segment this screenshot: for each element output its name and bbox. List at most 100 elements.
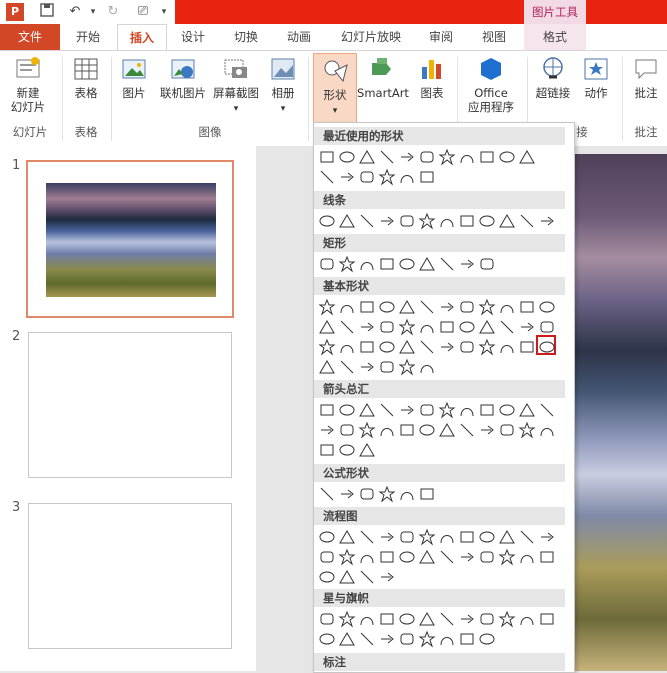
shape-option[interactable] <box>398 338 416 356</box>
slide-thumbnail-1[interactable] <box>26 160 234 318</box>
shape-option[interactable] <box>318 401 336 419</box>
shape-option[interactable] <box>358 318 376 336</box>
shape-option[interactable] <box>498 338 516 356</box>
new-slide-button[interactable]: 新建 幻灯片 <box>4 55 52 114</box>
shape-option[interactable] <box>418 421 436 439</box>
save-icon[interactable] <box>38 3 56 21</box>
shape-option[interactable] <box>318 485 336 503</box>
shape-option[interactable] <box>478 148 496 166</box>
hyperlink-button[interactable]: 超链接 <box>532 55 574 100</box>
shape-option[interactable] <box>338 401 356 419</box>
shape-option[interactable] <box>438 630 456 648</box>
shape-option[interactable] <box>338 630 356 648</box>
shape-option[interactable] <box>418 485 436 503</box>
shape-option[interactable] <box>498 548 516 566</box>
shape-option[interactable] <box>358 421 376 439</box>
shape-option[interactable] <box>438 528 456 546</box>
shape-option[interactable] <box>378 421 396 439</box>
screenshot-button[interactable]: 屏幕截图 ▾ <box>210 55 262 116</box>
shape-option[interactable] <box>398 528 416 546</box>
shape-option[interactable] <box>398 255 416 273</box>
shape-option[interactable] <box>358 610 376 628</box>
shape-option[interactable] <box>418 610 436 628</box>
chevron-down-icon[interactable]: ▾ <box>84 3 102 21</box>
shape-option[interactable] <box>358 148 376 166</box>
chart-button[interactable]: 图表 <box>414 55 450 100</box>
shape-option[interactable] <box>478 298 496 316</box>
shape-option[interactable] <box>358 358 376 376</box>
shape-option[interactable] <box>398 421 416 439</box>
shape-option[interactable] <box>398 630 416 648</box>
shape-option[interactable] <box>378 358 396 376</box>
shape-option[interactable] <box>498 212 516 230</box>
online-picture-button[interactable]: 联机图片 <box>155 55 211 100</box>
shape-option[interactable] <box>358 630 376 648</box>
shape-option[interactable] <box>358 485 376 503</box>
redo-icon[interactable]: ↻ <box>104 3 122 21</box>
shape-option[interactable] <box>498 318 516 336</box>
shape-option[interactable] <box>418 298 436 316</box>
shape-option[interactable] <box>358 568 376 586</box>
shape-option[interactable] <box>538 421 556 439</box>
shape-option[interactable] <box>398 485 416 503</box>
shape-option[interactable] <box>378 548 396 566</box>
shape-option[interactable] <box>518 401 536 419</box>
shape-option[interactable] <box>418 358 436 376</box>
shape-option[interactable] <box>478 610 496 628</box>
shape-option[interactable] <box>538 318 556 336</box>
slide-thumbnail-3[interactable] <box>28 503 232 649</box>
shape-option[interactable] <box>318 318 336 336</box>
shape-option[interactable] <box>438 318 456 336</box>
shape-option[interactable] <box>318 148 336 166</box>
tab-home[interactable]: 开始 <box>66 24 110 50</box>
shape-option[interactable] <box>478 528 496 546</box>
shape-option[interactable] <box>438 212 456 230</box>
shape-option[interactable] <box>378 168 396 186</box>
shape-option[interactable] <box>338 441 356 459</box>
tab-format[interactable]: 格式 <box>524 24 586 50</box>
customize-toolbar-icon[interactable]: ▾ <box>155 3 173 21</box>
shape-option[interactable] <box>518 610 536 628</box>
shape-option[interactable] <box>338 168 356 186</box>
shape-option[interactable] <box>458 318 476 336</box>
shape-option[interactable] <box>318 610 336 628</box>
shape-option[interactable] <box>538 401 556 419</box>
shape-option[interactable] <box>478 421 496 439</box>
shape-option[interactable] <box>418 548 436 566</box>
shape-option[interactable] <box>398 401 416 419</box>
shape-option[interactable] <box>438 298 456 316</box>
shape-option[interactable] <box>538 212 556 230</box>
shape-option[interactable] <box>478 212 496 230</box>
shape-option[interactable] <box>538 610 556 628</box>
shape-option[interactable] <box>318 548 336 566</box>
undo-icon[interactable]: ↶ <box>66 3 84 21</box>
shape-option[interactable] <box>418 212 436 230</box>
shape-option[interactable] <box>358 441 376 459</box>
shape-option[interactable] <box>398 168 416 186</box>
shape-option[interactable] <box>418 255 436 273</box>
shape-option[interactable] <box>318 212 336 230</box>
shape-option[interactable] <box>378 568 396 586</box>
shape-option[interactable] <box>418 401 436 419</box>
shape-option[interactable] <box>338 568 356 586</box>
smartart-button[interactable]: SmartArt <box>356 55 410 100</box>
shape-option[interactable] <box>538 298 556 316</box>
slide-thumbnail-2[interactable] <box>28 332 232 478</box>
shape-option[interactable] <box>438 401 456 419</box>
shape-option[interactable] <box>418 630 436 648</box>
shape-option[interactable] <box>518 298 536 316</box>
shape-option[interactable] <box>378 318 396 336</box>
shape-option[interactable] <box>438 148 456 166</box>
shape-option[interactable] <box>458 298 476 316</box>
shape-option[interactable] <box>378 212 396 230</box>
shape-option[interactable] <box>358 401 376 419</box>
shape-option[interactable] <box>318 568 336 586</box>
tab-design[interactable]: 设计 <box>171 24 215 50</box>
shape-option[interactable] <box>418 168 436 186</box>
tab-insert[interactable]: 插入 <box>117 24 167 51</box>
shape-option[interactable] <box>458 548 476 566</box>
shape-option[interactable] <box>458 401 476 419</box>
picture-button[interactable]: 图片 <box>116 55 152 100</box>
shape-option[interactable] <box>398 548 416 566</box>
shape-option[interactable] <box>438 610 456 628</box>
